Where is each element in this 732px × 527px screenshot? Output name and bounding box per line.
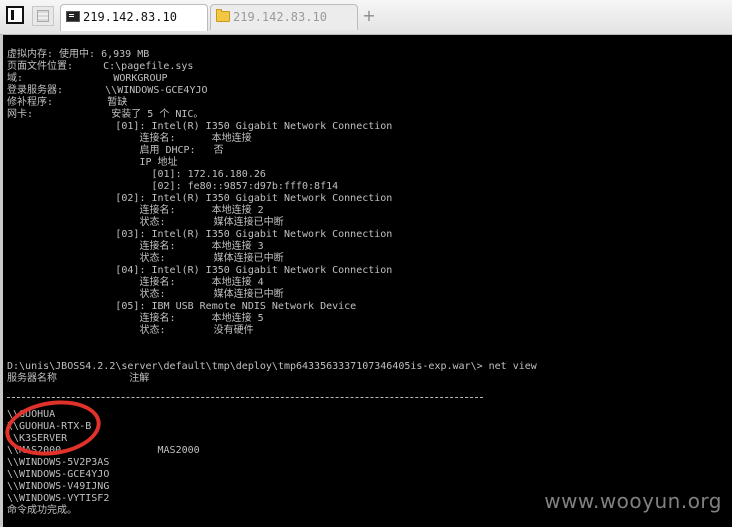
watermark: www.wooyun.org	[544, 489, 722, 513]
output-separator	[7, 397, 483, 398]
home-page-icon	[37, 10, 49, 22]
terminal-output: 虚拟内存: 使用中: 6,939 MB 页面文件位置: C:\pagefile.…	[7, 49, 537, 516]
folder-icon	[216, 9, 230, 22]
tab-file-browser-label: 219.142.83.10	[233, 10, 327, 24]
tab-bar: 219.142.83.10 219.142.83.10 +	[0, 0, 732, 35]
tab-terminal-label: 219.142.83.10	[83, 10, 177, 24]
tab-terminal[interactable]: 219.142.83.10	[60, 4, 208, 31]
terminal-pane[interactable]: 虚拟内存: 使用中: 6,939 MB 页面文件位置: C:\pagefile.…	[0, 35, 732, 527]
ssh-client-window: 219.142.83.10 219.142.83.10 + 虚拟内存: 使用中:…	[0, 0, 732, 527]
new-tab-button[interactable]: +	[362, 6, 376, 26]
panel-toggle-icon[interactable]	[6, 6, 24, 24]
tab-file-browser[interactable]: 219.142.83.10	[210, 4, 358, 30]
tab-home[interactable]	[32, 6, 54, 26]
terminal-left-border	[0, 35, 3, 527]
terminal-icon	[66, 11, 80, 22]
